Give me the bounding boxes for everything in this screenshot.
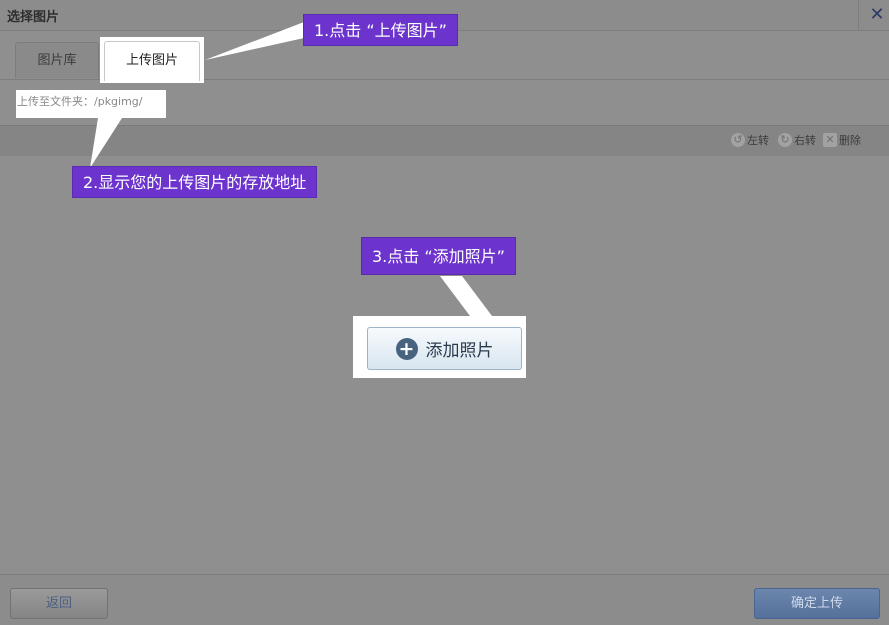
dialog-footer: 返回 确定上传 — [0, 574, 889, 625]
callout-pointer-step3 — [440, 276, 492, 316]
callout-pointer-step1 — [205, 22, 304, 60]
callout-step3: 3.点击 “添加照片” — [361, 237, 516, 275]
callout-pointer-step2 — [90, 118, 122, 168]
confirm-upload-button[interactable]: 确定上传 — [754, 588, 880, 619]
callout-step1: 1.点击 “上传图片” — [303, 14, 458, 46]
callout-step2: 2.显示您的上传图片的存放地址 — [72, 166, 318, 198]
plus-circle-icon: + — [395, 337, 418, 360]
back-button[interactable]: 返回 — [10, 588, 108, 619]
add-photo-label: 添加照片 — [425, 341, 494, 361]
add-photo-button[interactable]: + 添加照片 — [367, 327, 522, 370]
callout-pointers — [90, 22, 492, 316]
